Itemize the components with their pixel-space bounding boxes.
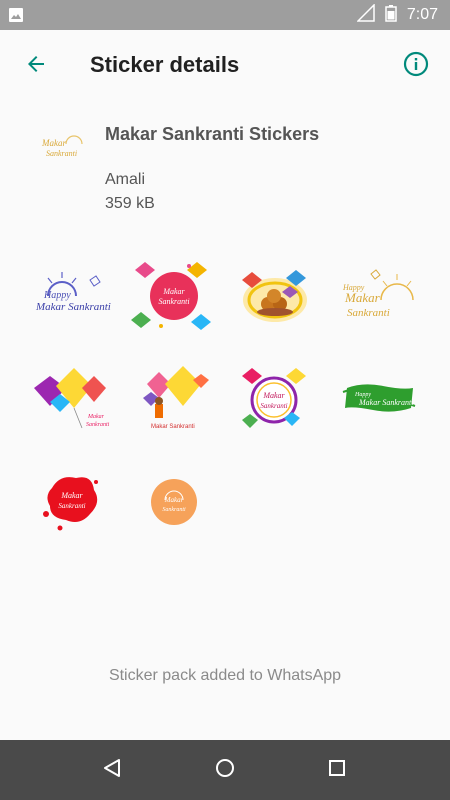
- svg-text:Makar Sankranti: Makar Sankranti: [151, 424, 195, 430]
- svg-text:Sankranti: Sankranti: [46, 149, 77, 158]
- svg-text:Sankranti: Sankranti: [260, 402, 287, 410]
- signal-icon: [356, 2, 375, 27]
- svg-text:Sankranti: Sankranti: [347, 307, 390, 319]
- sticker-green-brush[interactable]: Happy Makar Sankranti: [325, 352, 426, 444]
- status-icons: 7:07: [356, 0, 438, 30]
- added-to-whatsapp-message: Sticker pack added to WhatsApp: [108, 667, 342, 684]
- back-triangle-icon: [101, 757, 123, 784]
- back-button[interactable]: [20, 50, 52, 82]
- status-bar: 7:07: [0, 0, 450, 30]
- svg-text:Makar: Makar: [87, 414, 105, 420]
- pack-name: Makar Sankranti Stickers: [105, 124, 320, 144]
- sticker-kites-colorful[interactable]: Makar Sankranti: [22, 352, 123, 444]
- image-icon: [8, 7, 24, 23]
- svg-text:Makar Sankranti: Makar Sankranti: [358, 398, 413, 407]
- sticker-kites-boy[interactable]: Makar Sankranti: [123, 352, 224, 444]
- svg-text:Makar: Makar: [60, 491, 83, 500]
- app-bar: Sticker details: [0, 30, 450, 102]
- svg-text:Makar: Makar: [344, 290, 381, 305]
- sticker-makar-sankranti-gold[interactable]: Happy Makar Sankranti: [325, 250, 426, 342]
- sticker-grid: Happy Makar Sankranti Makar Sankranti Ha…: [22, 250, 428, 546]
- nav-recents-button[interactable]: [323, 756, 351, 784]
- status-time: 7:07: [406, 6, 438, 23]
- pack-size: 359 kB: [105, 195, 155, 212]
- info-icon: [403, 51, 429, 82]
- svg-text:Makar: Makar: [41, 138, 66, 148]
- svg-text:Makar: Makar: [163, 496, 183, 504]
- svg-text:Sankranti: Sankranti: [158, 297, 189, 306]
- svg-text:Sankranti: Sankranti: [86, 422, 110, 428]
- pack-publisher: Amali: [105, 171, 146, 188]
- info-button[interactable]: [400, 50, 432, 82]
- sticker-orange-circle[interactable]: Makar Sankranti: [123, 454, 224, 546]
- sticker-makar-sankranti-red-circle[interactable]: Makar Sankranti: [123, 250, 224, 342]
- sticker-laddoo-kites[interactable]: [224, 250, 325, 342]
- sticker-makar-sankranti-frame[interactable]: Makar Sankranti: [224, 352, 325, 444]
- pack-tray-icon: Makar Sankranti: [36, 126, 86, 162]
- sticker-red-splash[interactable]: Makar Sankranti: [22, 454, 123, 546]
- svg-text:Makar Sankranti: Makar Sankranti: [35, 301, 111, 313]
- page-title: Sticker details: [90, 52, 240, 77]
- svg-text:Happy: Happy: [43, 290, 71, 301]
- nav-back-button[interactable]: [98, 756, 126, 784]
- svg-text:Sankranti: Sankranti: [58, 502, 85, 510]
- svg-text:Sankranti: Sankranti: [162, 507, 186, 513]
- battery-icon: [385, 4, 397, 27]
- sticker-happy-makar-sankranti-blue[interactable]: Happy Makar Sankranti: [22, 250, 123, 342]
- arrow-back-icon: [24, 52, 48, 81]
- svg-text:Makar: Makar: [262, 391, 285, 400]
- navigation-bar: [0, 740, 450, 800]
- svg-text:Makar: Makar: [162, 287, 185, 296]
- home-circle-icon: [214, 757, 236, 784]
- recents-square-icon: [326, 757, 348, 784]
- nav-home-button[interactable]: [211, 756, 239, 784]
